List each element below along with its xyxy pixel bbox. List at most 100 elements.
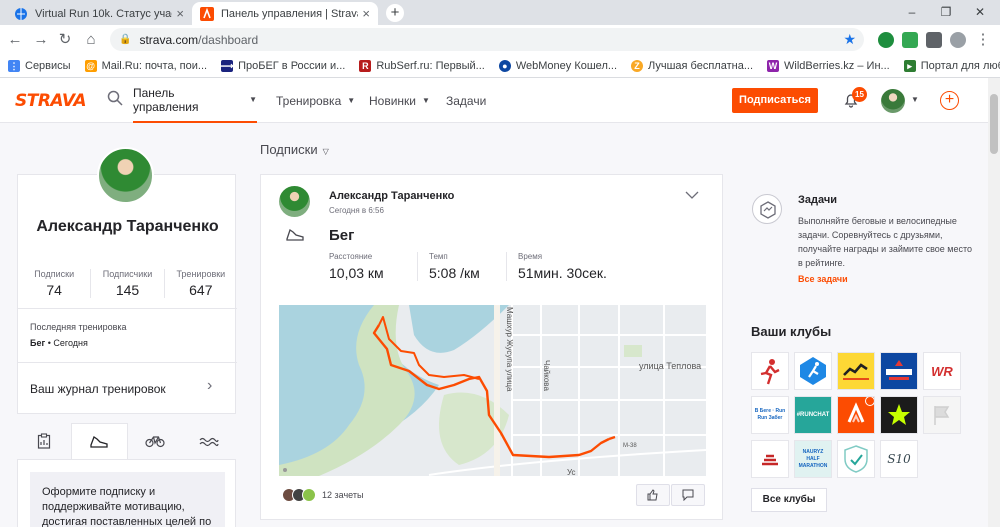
profile-name[interactable]: Александр Таранченко: [18, 217, 237, 237]
club-logo-yellow[interactable]: [837, 352, 875, 390]
activity-date: Сегодня в 6:56: [329, 206, 384, 215]
forward-arrow-icon[interactable]: →: [32, 31, 50, 49]
comment-button[interactable]: [671, 484, 705, 506]
bookmark-item[interactable]: ▸ Портал для любит...: [903, 60, 1000, 72]
new-tab-button[interactable]: +: [386, 4, 404, 22]
club-logo-nauryz[interactable]: NAURYZ HALF MARATHON: [794, 440, 832, 478]
nav-dashboard[interactable]: Панель управления ▼: [133, 78, 257, 123]
nav-training[interactable]: Тренировка ▼: [276, 78, 355, 123]
latest-activity: Последняя тренировка Бег • Сегодня: [30, 322, 127, 348]
bookmark-item[interactable]: Z Лучшая бесплатна...: [631, 60, 753, 72]
club-logo-wr[interactable]: WR: [923, 352, 961, 390]
bookmark-item[interactable]: @ Mail.Ru: почта, пои...: [84, 60, 207, 72]
club-logo-red-runner[interactable]: [751, 440, 789, 478]
stat-label: Подписчики: [102, 269, 153, 279]
extension-green-icon[interactable]: [902, 32, 918, 48]
nav-challenges[interactable]: Задачи: [446, 78, 486, 123]
bookmark-item[interactable]: ⟶ ПроБЕГ в России и...: [221, 60, 345, 72]
strava-logo[interactable]: STRAVA: [15, 91, 87, 111]
club-logo-star[interactable]: [880, 396, 918, 434]
close-tab-icon[interactable]: ×: [362, 6, 370, 21]
back-arrow-icon[interactable]: ←: [6, 31, 24, 49]
challenges-title: Задачи: [798, 194, 837, 206]
all-challenges-link[interactable]: Все задачи: [798, 274, 848, 284]
chevron-down-icon: ▼: [422, 96, 430, 105]
tab-run[interactable]: [71, 423, 128, 459]
stat-followers[interactable]: Подписчики 145: [90, 269, 163, 298]
bookmark-item[interactable]: ⋮ Сервисы: [8, 60, 71, 72]
scrollbar-thumb[interactable]: [990, 94, 998, 154]
divider: [18, 362, 237, 363]
maximize-button[interactable]: ❐: [930, 0, 962, 25]
map-attribution-icon: [283, 468, 287, 472]
chevron-down-icon[interactable]: [685, 191, 699, 199]
club-logo-shield[interactable]: [837, 440, 875, 478]
url-input[interactable]: 🔒 strava.com/dashboard ★: [110, 28, 864, 51]
bookmark-star-icon[interactable]: ★: [843, 31, 856, 48]
browser-menu-icon[interactable]: ⋮: [974, 31, 992, 49]
bookmark-item[interactable]: W WildBerries.kz – Ин...: [767, 60, 890, 72]
url-host: strava.com: [139, 32, 199, 47]
profile-avatar[interactable]: [97, 147, 154, 204]
bookmark-item[interactable]: R RubSerf.ru: Первый...: [359, 60, 485, 72]
kudos-button[interactable]: [636, 484, 670, 506]
close-tab-icon[interactable]: ×: [176, 6, 184, 21]
stat-value: 10,03 км: [329, 265, 384, 281]
tab-swim[interactable]: [182, 423, 236, 459]
stat-value: 5:08 /км: [429, 265, 480, 281]
chevron-down-icon[interactable]: ▼: [911, 95, 919, 104]
page-scrollbar[interactable]: [988, 78, 1000, 527]
address-bar: ← → ↻ ⌂ 🔒 strava.com/dashboard ★ ⋮: [0, 25, 1000, 55]
extension-shield-icon[interactable]: [878, 32, 894, 48]
avatar[interactable]: [881, 89, 905, 113]
subscribe-button[interactable]: Подписаться: [732, 88, 818, 113]
map-street-label: Чайкова: [542, 360, 551, 391]
club-logo-strava[interactable]: [837, 396, 875, 434]
portal-icon: ▸: [903, 60, 916, 72]
mailru-icon: @: [84, 60, 97, 72]
search-icon[interactable]: [107, 90, 123, 106]
training-log-link[interactable]: Ваш журнал тренировок: [30, 382, 166, 396]
stat-pace: Темп 5:08 /км: [417, 252, 506, 281]
browser-tab-strava[interactable]: Панель управления | Strava ×: [192, 2, 378, 25]
feed-filter-dropdown[interactable]: Подписки ▽: [260, 142, 329, 157]
upload-plus-icon[interactable]: +: [940, 91, 959, 110]
running-shoe-icon: [286, 228, 304, 241]
activity-stats: Расстояние 10,03 км Темп 5:08 /км Время 51м…: [329, 252, 607, 281]
profile-avatar-icon[interactable]: [950, 32, 966, 48]
profile-card: Александр Таранченко Подписки 74 Подписчи…: [17, 174, 237, 414]
tab-ride[interactable]: [128, 423, 182, 459]
extensions-puzzle-icon[interactable]: [926, 32, 942, 48]
webmoney-icon: ●: [498, 60, 511, 72]
close-window-button[interactable]: ✕: [964, 0, 996, 25]
bookmark-item[interactable]: ● WebMoney Кошел...: [498, 60, 617, 72]
club-logo-runchat[interactable]: #RUNCHAT: [794, 396, 832, 434]
athlete-avatar[interactable]: [279, 186, 310, 217]
kudos-count[interactable]: 12 зачеты: [322, 490, 363, 500]
club-logo-blue-runner[interactable]: [794, 352, 832, 390]
club-logo-flag[interactable]: [923, 396, 961, 434]
minimize-button[interactable]: –: [896, 0, 928, 25]
probeg-icon: ⟶: [220, 60, 234, 72]
tab-goals[interactable]: [17, 423, 71, 459]
reload-icon[interactable]: ↻: [56, 31, 74, 49]
nav-whats-new[interactable]: Новинки ▼: [369, 78, 430, 123]
athlete-name[interactable]: Александр Таранченко: [329, 190, 454, 202]
activity-title[interactable]: Бег: [329, 227, 354, 244]
browser-tab-virtual-run[interactable]: Virtual Run 10k. Статус участия ×: [6, 2, 192, 25]
all-clubs-button[interactable]: Все клубы: [751, 488, 827, 512]
club-logo-s10[interactable]: S10: [880, 440, 918, 478]
stat-following[interactable]: Подписки 74: [18, 269, 90, 298]
club-logo-sport-master[interactable]: [880, 352, 918, 390]
stat-label: Расстояние: [329, 252, 373, 261]
stat-activities[interactable]: Тренировки 647: [163, 269, 237, 298]
club-logo-v-bege[interactable]: В Беге · Run Run Забег: [751, 396, 789, 434]
bookmark-label: Сервисы: [25, 60, 71, 72]
kudos-row[interactable]: 12 зачеты: [282, 488, 363, 502]
chevron-right-icon[interactable]: ›: [207, 377, 212, 395]
activity-route-map[interactable]: улица Теплова Машхур Жусупа улица Чайков…: [279, 305, 706, 476]
challenge-badge-icon: [752, 194, 782, 224]
latest-activity-link[interactable]: Бег: [30, 338, 45, 348]
home-icon[interactable]: ⌂: [82, 31, 100, 49]
club-logo-runner[interactable]: [751, 352, 789, 390]
